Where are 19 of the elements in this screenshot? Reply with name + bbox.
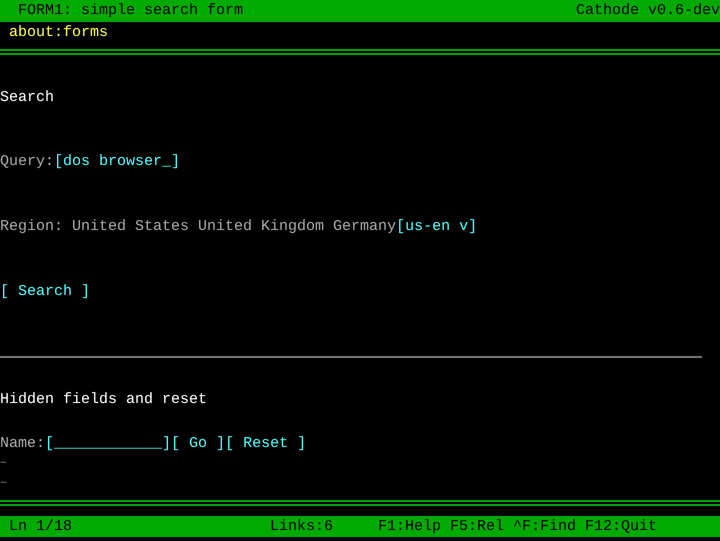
form-button[interactable]: [ Reset ] bbox=[225, 432, 306, 454]
region-select[interactable]: [us-en v] bbox=[396, 216, 478, 238]
link-count: Links:6 bbox=[270, 516, 334, 537]
line-position: Ln 1/18 bbox=[9, 516, 74, 537]
field-label: Name: bbox=[0, 434, 46, 454]
section-heading: Search bbox=[0, 88, 54, 108]
form-button[interactable]: [ Go ] bbox=[171, 432, 226, 454]
name-field[interactable]: [____________] bbox=[45, 432, 172, 454]
empty-line-marker: ~ bbox=[0, 458, 7, 470]
empty-line-marker: ~ bbox=[0, 478, 7, 490]
query-field[interactable]: [dos browser_] bbox=[54, 151, 180, 174]
search-button[interactable]: [ Search ] bbox=[0, 281, 90, 303]
window-title: FORM1: simple search form bbox=[18, 1, 244, 21]
address-field[interactable]: about:forms bbox=[9, 22, 108, 44]
key-hints: F1:Help F5:Rel ^F:Find F12:Quit bbox=[378, 516, 658, 537]
field-label: Query: bbox=[0, 152, 54, 172]
section-heading: Hidden fields and reset bbox=[0, 390, 208, 410]
field-label: Region: United States United Kingdom Germany bbox=[0, 217, 396, 238]
app-version: Cathode v0.6-dev bbox=[576, 1, 720, 21]
